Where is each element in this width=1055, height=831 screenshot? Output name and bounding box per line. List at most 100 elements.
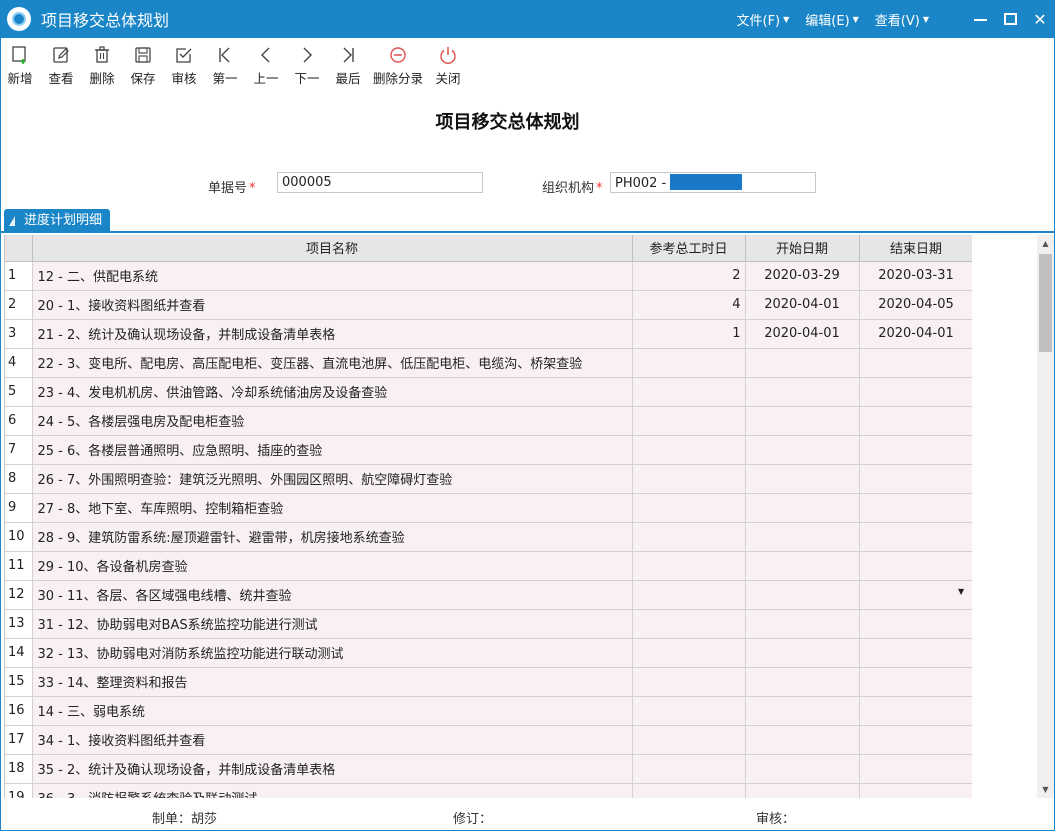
cell-start-date[interactable]: 2020-04-01 (745, 319, 860, 349)
table-row[interactable]: 15 33 - 14、整理资料和报告 (5, 667, 972, 697)
maximize-button[interactable] (995, 0, 1025, 38)
col-header-end[interactable]: 结束日期 (859, 235, 972, 262)
cell-hours[interactable] (632, 609, 746, 639)
scroll-down-icon[interactable]: ▼ (1037, 781, 1054, 798)
cell-hours[interactable] (632, 580, 746, 610)
table-row[interactable]: 1936 - 3、消防报警系统查验及联动测试 (5, 783, 972, 798)
cell-end-date[interactable] (859, 406, 972, 436)
menu-edit[interactable]: 编辑(E) ▼ (805, 10, 859, 29)
cell-start-date[interactable] (745, 783, 860, 798)
cell-start-date[interactable] (745, 638, 860, 668)
cell-project-name[interactable]: 14 - 三、弱电系统 (32, 696, 633, 726)
cell-project-name[interactable]: 21 - 2、统计及确认现场设备，并制成设备清单表格 (32, 319, 633, 349)
cell-start-date[interactable] (745, 667, 860, 697)
cell-start-date[interactable] (745, 464, 860, 494)
cell-hours[interactable] (632, 435, 746, 465)
cell-hours[interactable] (632, 464, 746, 494)
table-row[interactable]: 14 32 - 13、协助弱电对消防系统监控功能进行联动测试 (5, 638, 972, 668)
cell-project-name[interactable]: 20 - 1、接收资料图纸并查看 (32, 290, 633, 320)
cell-hours[interactable] (632, 696, 746, 726)
cell-project-name[interactable]: 22 - 3、变电所、配电房、高压配电柜、变压器、直流电池屏、低压配电柜、电缆沟… (32, 348, 633, 378)
table-row[interactable]: 9 27 - 8、地下室、车库照明、控制箱柜查验 (5, 493, 972, 523)
cell-start-date[interactable] (745, 696, 860, 726)
cell-project-name[interactable]: 26 - 7、外围照明查验：建筑泛光照明、外围园区照明、航空障碍灯查验 (32, 464, 633, 494)
menu-file[interactable]: 文件(F) ▼ (737, 10, 790, 29)
cell-start-date[interactable] (745, 522, 860, 552)
col-header-name[interactable]: 项目名称 (32, 235, 633, 262)
table-row[interactable]: 13 31 - 12、协助弱电对BAS系统监控功能进行测试 (5, 609, 972, 639)
cell-project-name[interactable]: 28 - 9、建筑防雷系统:屋顶避雷针、避雷带，机房接地系统查验 (32, 522, 633, 552)
menu-view[interactable]: 查看(V) ▼ (875, 10, 929, 29)
cell-project-name[interactable]: 25 - 6、各楼层普通照明、应急照明、插座的查验 (32, 435, 633, 465)
audit-button[interactable]: 审核 (168, 42, 200, 92)
save-button[interactable]: 保存 (127, 42, 159, 92)
cell-end-date[interactable]: 2020-03-31 (859, 261, 972, 291)
cell-start-date[interactable] (745, 551, 860, 581)
last-record-button[interactable]: 最后 (332, 42, 364, 92)
cell-end-date[interactable] (859, 551, 972, 581)
cell-project-name[interactable]: 27 - 8、地下室、车库照明、控制箱柜查验 (32, 493, 633, 523)
cell-project-name[interactable]: 34 - 1、接收资料图纸并查看 (32, 725, 633, 755)
cell-hours[interactable] (632, 638, 746, 668)
cell-hours[interactable]: 2 (632, 261, 746, 291)
minimize-button[interactable] (965, 0, 995, 38)
cell-hours[interactable]: 4 (632, 290, 746, 320)
cell-hours[interactable] (632, 348, 746, 378)
cell-start-date[interactable] (745, 609, 860, 639)
table-row[interactable]: 3 21 - 2、统计及确认现场设备，并制成设备清单表格 1 2020-04-01 20… (5, 319, 972, 349)
cell-end-date[interactable] (859, 725, 972, 755)
cell-end-date[interactable] (859, 464, 972, 494)
cell-end-date[interactable] (859, 580, 972, 610)
cell-hours[interactable] (632, 783, 746, 798)
cell-project-name[interactable]: 32 - 13、协助弱电对消防系统监控功能进行联动测试 (32, 638, 633, 668)
delete-entry-button[interactable]: 删除分录 (373, 42, 423, 92)
cell-end-date[interactable] (859, 435, 972, 465)
table-row[interactable]: 1 12 - 二、供配电系统 2 2020-03-29 2020-03-31 (5, 261, 972, 291)
cell-end-date[interactable] (859, 754, 972, 784)
cell-end-date[interactable] (859, 377, 972, 407)
vertical-scrollbar[interactable]: ▲ ▼ (1037, 235, 1054, 798)
table-row[interactable]: 18 35 - 2、统计及确认现场设备，并制成设备清单表格 (5, 754, 972, 784)
cell-hours[interactable] (632, 551, 746, 581)
table-row[interactable]: 12 30 - 11、各层、各区域强电线槽、统井查验 (5, 580, 972, 610)
cell-hours[interactable] (632, 725, 746, 755)
cell-project-name[interactable]: 23 - 4、发电机机房、供油管路、冷却系统储油房及设备查验 (32, 377, 633, 407)
first-record-button[interactable]: 第一 (209, 42, 241, 92)
cell-project-name[interactable]: 12 - 二、供配电系统 (32, 261, 633, 291)
table-row[interactable]: 17 34 - 1、接收资料图纸并查看 (5, 725, 972, 755)
table-row[interactable]: 2 20 - 1、接收资料图纸并查看 4 2020-04-01 2020-04-05 (5, 290, 972, 320)
cell-end-date[interactable]: 2020-04-05 (859, 290, 972, 320)
table-row[interactable]: 7 25 - 6、各楼层普通照明、应急照明、插座的查验 (5, 435, 972, 465)
cell-start-date[interactable] (745, 754, 860, 784)
cell-end-date[interactable] (859, 609, 972, 639)
org-field[interactable]: PH002 - (610, 172, 816, 193)
new-button[interactable]: 新增 (4, 42, 36, 92)
cell-end-date[interactable] (859, 783, 972, 798)
cell-end-date[interactable] (859, 667, 972, 697)
table-row[interactable]: 16 14 - 三、弱电系统 (5, 696, 972, 726)
cell-hours[interactable] (632, 667, 746, 697)
cell-start-date[interactable] (745, 580, 860, 610)
cell-hours[interactable] (632, 754, 746, 784)
cell-project-name[interactable]: 31 - 12、协助弱电对BAS系统监控功能进行测试 (32, 609, 633, 639)
table-row[interactable]: 6 24 - 5、各楼层强电房及配电柜查验 (5, 406, 972, 436)
cell-hours[interactable] (632, 406, 746, 436)
close-button[interactable]: 关闭 (432, 42, 464, 92)
cell-start-date[interactable] (745, 493, 860, 523)
table-row[interactable]: 11 29 - 10、各设备机房查验 (5, 551, 972, 581)
cell-end-date[interactable] (859, 348, 972, 378)
table-row[interactable]: 10 28 - 9、建筑防雷系统:屋顶避雷针、避雷带，机房接地系统查验 (5, 522, 972, 552)
col-header-hours[interactable]: 参考总工时日 (632, 235, 746, 262)
cell-project-name[interactable]: 29 - 10、各设备机房查验 (32, 551, 633, 581)
table-row[interactable]: 5 23 - 4、发电机机房、供油管路、冷却系统储油房及设备查验 (5, 377, 972, 407)
scroll-up-icon[interactable]: ▲ (1037, 235, 1054, 252)
cell-hours[interactable]: 1 (632, 319, 746, 349)
cell-start-date[interactable]: 2020-04-01 (745, 290, 860, 320)
cell-project-name[interactable]: 30 - 11、各层、各区域强电线槽、统井查验 (32, 580, 633, 610)
next-record-button[interactable]: 下一 (291, 42, 323, 92)
cell-start-date[interactable]: 2020-03-29 (745, 261, 860, 291)
tab-schedule-detail[interactable]: 进度计划明细 (4, 209, 111, 233)
dropdown-arrow-icon[interactable]: ▼ (958, 587, 964, 596)
table-row[interactable]: 8 26 - 7、外围照明查验：建筑泛光照明、外围园区照明、航空障碍灯查验 (5, 464, 972, 494)
doc-no-field[interactable]: 000005 (277, 172, 483, 193)
